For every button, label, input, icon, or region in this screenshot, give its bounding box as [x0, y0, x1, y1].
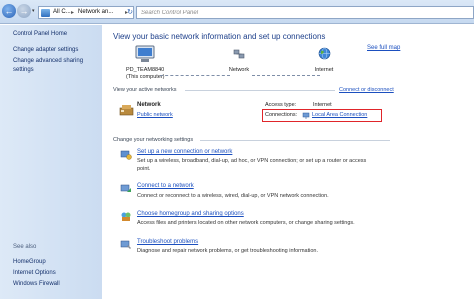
see-full-map-link[interactable]: See full map — [367, 45, 400, 51]
sidebar-item-homegroup[interactable]: HomeGroup — [13, 259, 46, 267]
network-icon[interactable] — [233, 48, 245, 60]
address-bar: ← → ▾ All C... ▸ Network an... ▸ ↻ — [0, 0, 474, 24]
network-name: Network — [137, 102, 161, 108]
setup-connection-desc: Set up a wireless, broadband, dial-up, a… — [137, 158, 367, 164]
breadcrumb-network[interactable]: Network an... — [78, 9, 113, 15]
search-input[interactable] — [137, 7, 473, 18]
main-content: View your basic network information and … — [102, 25, 474, 299]
breadcrumb-all-control-panel[interactable]: All C... — [53, 9, 71, 15]
setup-connection-desc-cont: point. — [137, 166, 151, 172]
network-map-label: Network — [228, 67, 250, 73]
homegroup-sharing-desc: Access files and printers located on oth… — [137, 220, 355, 226]
connections-label: Connections: — [265, 112, 298, 118]
breadcrumb[interactable]: All C... ▸ Network an... ▸ — [38, 6, 134, 19]
search-box[interactable] — [136, 6, 474, 19]
back-arrow-icon: ← — [4, 6, 14, 16]
computer-name: PD_TEAM8840 — [126, 67, 165, 73]
connect-or-disconnect-link[interactable]: Connect or disconnect — [339, 87, 394, 93]
refresh-icon: ↻ — [127, 9, 133, 16]
homegroup-icon[interactable] — [120, 211, 132, 222]
setup-connection-link[interactable]: Set up a new connection or network — [137, 149, 232, 155]
troubleshoot-icon[interactable] — [120, 239, 132, 250]
troubleshoot-link[interactable]: Troubleshoot problems — [137, 239, 198, 245]
setup-connection-icon[interactable] — [120, 149, 132, 160]
sidebar-item-change-advanced-sharing-cont[interactable]: settings — [13, 67, 34, 75]
ethernet-icon — [302, 112, 310, 119]
connect-to-network-link[interactable]: Connect to a network — [137, 183, 194, 189]
see-also-heading: See also — [13, 244, 37, 250]
troubleshoot-desc: Diagnose and repair network problems, or… — [137, 248, 318, 254]
sidebar: Control Panel Home Change adapter settin… — [0, 25, 102, 299]
homegroup-sharing-link[interactable]: Choose homegroup and sharing options — [137, 211, 244, 217]
public-network-icon[interactable] — [119, 103, 134, 116]
refresh-button[interactable]: ↻ — [125, 6, 135, 19]
divider — [200, 140, 390, 141]
sidebar-item-change-advanced-sharing[interactable]: Change advanced sharing — [13, 58, 83, 66]
globe-icon[interactable] — [318, 47, 331, 60]
sidebar-item-internet-options[interactable]: Internet Options — [13, 270, 56, 278]
sidebar-item-change-adapter-settings[interactable]: Change adapter settings — [13, 47, 78, 55]
sidebar-item-windows-firewall[interactable]: Windows Firewall — [13, 281, 60, 289]
network-type-link[interactable]: Public network — [137, 112, 173, 118]
recent-pages-dropdown[interactable]: ▾ — [32, 8, 37, 14]
internet-map-label: Internet — [314, 67, 334, 73]
map-link-line — [252, 75, 320, 76]
forward-arrow-icon: → — [19, 6, 29, 16]
access-type-value: Internet — [313, 102, 332, 108]
active-networks-label: View your active networks — [113, 87, 177, 93]
computer-sub-label: (This computer) — [126, 74, 165, 80]
map-link-line — [160, 75, 230, 76]
forward-button[interactable]: → — [17, 4, 31, 18]
sidebar-item-control-panel-home[interactable]: Control Panel Home — [13, 31, 67, 39]
breadcrumb-separator[interactable]: ▸ — [71, 9, 74, 16]
local-area-connection-link[interactable]: Local Area Connection — [312, 112, 367, 118]
change-settings-label: Change your networking settings — [113, 137, 194, 143]
access-type-label: Access type: — [265, 102, 297, 108]
back-button[interactable]: ← — [2, 4, 16, 18]
chevron-down-icon: ▾ — [32, 8, 35, 14]
computer-icon[interactable] — [135, 45, 155, 63]
page-title: View your basic network information and … — [113, 32, 326, 41]
divider — [185, 90, 335, 91]
control-panel-icon — [41, 9, 50, 17]
connect-network-icon[interactable] — [120, 183, 132, 194]
connect-to-network-desc: Connect or reconnect to a wireless, wire… — [137, 193, 329, 199]
